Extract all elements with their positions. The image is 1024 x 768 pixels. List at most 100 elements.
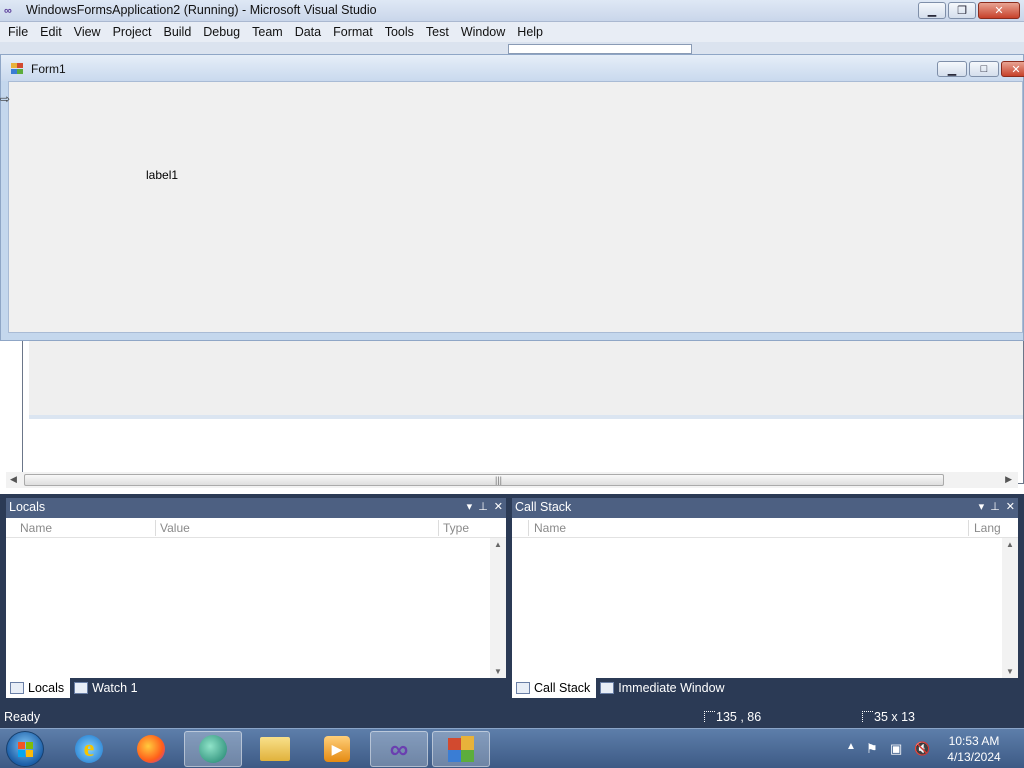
scroll-thumb[interactable]: ||| [24,474,944,486]
clock[interactable]: 10:53 AM 4/13/2024 [946,733,1002,765]
column-type[interactable]: Type [443,521,469,535]
menu-file[interactable]: File [2,22,34,42]
column-name[interactable]: Name [20,521,52,535]
close-icon: ✕ [994,5,1004,17]
menu-bar: File Edit View Project Build Debug Team … [0,22,1024,42]
callstack-icon [516,682,530,694]
immediate-window-icon [600,682,615,694]
locals-vertical-scrollbar[interactable]: ▲ ▼ [490,538,506,678]
volume-muted-icon[interactable]: 🔇 [914,741,930,756]
menu-window[interactable]: Window [455,22,511,42]
menu-format[interactable]: Format [327,22,379,42]
minimize-button[interactable]: ▁ [918,2,946,19]
menu-tools[interactable]: Tools [379,22,420,42]
menu-debug[interactable]: Debug [197,22,246,42]
clock-time: 10:53 AM [948,734,1000,748]
close-icon[interactable]: ✕ [494,500,503,513]
solution-config-combo[interactable] [508,44,692,54]
close-icon[interactable]: ✕ [1006,500,1015,513]
menu-edit[interactable]: Edit [34,22,68,42]
designer-surface[interactable] [22,334,1024,484]
dropdown-icon[interactable]: ▾ [979,500,985,513]
selection-size: 35 x 13 [862,710,915,724]
label1: label1 [146,168,179,182]
cursor-position: 135 , 86 [704,710,761,724]
callstack-vertical-scrollbar[interactable]: ▲ ▼ [1002,538,1018,678]
scroll-right-icon[interactable]: ▶ [1005,474,1012,485]
show-hidden-icons-icon[interactable]: ▲ [846,741,856,752]
menu-team[interactable]: Team [246,22,289,42]
taskbar-form-app[interactable] [432,731,490,767]
taskbar-internet-explorer[interactable]: e [60,731,118,767]
callstack-tabs: Call Stack Immediate Window [512,678,1018,698]
locals-column-headers: Name Value Type [6,518,506,538]
column-lang[interactable]: Lang [974,521,1001,535]
tab-immediate-label: Immediate Window [618,681,725,695]
tab-locals[interactable]: Locals [6,678,71,698]
form1-client-area[interactable]: label1 [8,81,1023,333]
dropdown-icon[interactable]: ▾ [467,500,473,513]
menu-test[interactable]: Test [420,22,455,42]
horizontal-scrollbar[interactable]: ◀ ||| ▶ [6,472,1018,488]
pin-icon[interactable]: ⊥ [478,500,488,513]
pin-icon[interactable]: ⊥ [990,500,1000,513]
form1-minimize-button[interactable]: ▁ [937,61,967,77]
position-value: 135 , 86 [716,710,762,724]
form1-title-bar[interactable]: Form1 ▁ □ ✕ [1,55,1024,81]
scroll-up-icon[interactable]: ▲ [494,540,502,549]
locals-icon [10,682,24,694]
callstack-column-headers: Name Lang [512,518,1018,538]
menu-project[interactable]: Project [107,22,158,42]
menu-data[interactable]: Data [289,22,327,42]
tab-callstack[interactable]: Call Stack [512,678,597,698]
toolbar [0,42,1024,54]
minimize-icon: ▁ [947,63,957,76]
maximize-icon: □ [980,63,988,75]
taskbar-file-explorer[interactable] [246,731,304,767]
menu-help[interactable]: Help [511,22,549,42]
app-icon [199,735,227,763]
column-name[interactable]: Name [534,521,566,535]
restore-button[interactable]: ❐ [948,2,976,19]
taskbar-media-player[interactable]: ▶ [308,731,366,767]
form-icon [11,63,24,74]
menu-view[interactable]: View [68,22,107,42]
tab-locals-label: Locals [28,681,65,695]
close-icon: ✕ [1011,63,1021,76]
vs-title-bar[interactable]: ∞ WindowsFormsApplication2 (Running) - M… [0,0,1024,22]
close-button[interactable]: ✕ [978,2,1020,19]
form1-close-button[interactable]: ✕ [1001,61,1024,77]
start-button[interactable] [6,731,44,767]
window-title: WindowsFormsApplication2 (Running) - Mic… [26,3,377,17]
form1-window[interactable]: Form1 ▁ □ ✕ label1 [0,54,1024,341]
restore-icon: ❐ [957,5,967,17]
scroll-left-icon[interactable]: ◀ [10,474,17,485]
locals-header: Locals ▾ ⊥ ✕ [6,498,506,518]
minimize-icon: ▁ [927,5,937,17]
status-text: Ready [4,710,41,724]
tab-callstack-label: Call Stack [534,681,591,695]
column-value[interactable]: Value [160,521,190,535]
callstack-header: Call Stack ▾ ⊥ ✕ [512,498,1018,518]
network-icon[interactable]: ▣ [890,741,904,756]
watch-icon [74,682,89,694]
media-player-icon: ▶ [324,736,350,762]
taskbar-firefox[interactable] [122,731,180,767]
firefox-icon [137,735,165,763]
menu-build[interactable]: Build [157,22,197,42]
action-center-flag-icon[interactable]: ⚑ [866,741,880,756]
form1-title: Form1 [31,62,66,76]
scroll-down-icon[interactable]: ▼ [1006,667,1014,676]
tab-watch1-label: Watch 1 [92,681,138,695]
file-explorer-icon [260,737,290,761]
scroll-down-icon[interactable]: ▼ [494,667,502,676]
locals-title: Locals [9,500,46,514]
grip-icon: ||| [495,475,503,485]
taskbar: e ▶ ∞ ▲ ⚑ ▣ 🔇 10:53 AM 4/13/2024 [0,728,1024,768]
form1-maximize-button[interactable]: □ [969,61,999,77]
scroll-up-icon[interactable]: ▲ [1006,540,1014,549]
taskbar-visual-studio[interactable]: ∞ [370,731,428,767]
taskbar-app[interactable] [184,731,242,767]
tab-immediate-window[interactable]: Immediate Window [596,678,730,698]
tab-watch1[interactable]: Watch 1 [70,678,143,698]
